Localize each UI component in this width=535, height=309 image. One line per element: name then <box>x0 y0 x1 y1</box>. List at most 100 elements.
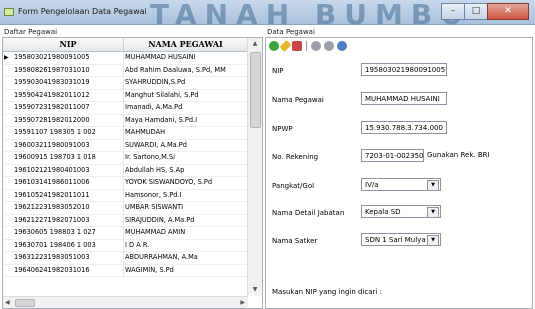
title-bar: Form Pengelolaan Data Pegawai TANAH BUMB… <box>0 0 535 31</box>
cell-nip: 196003211980091003 <box>14 140 90 149</box>
cell-nip: 195904241982011012 <box>14 90 90 99</box>
cell-nip: 195903041983031019 <box>14 78 90 86</box>
cancel-icon[interactable] <box>324 41 334 51</box>
table-row[interactable]: 19630605 198803 1 027 MUHAMMAD AMIN <box>3 227 247 240</box>
employee-data-panel: Data Pegawai NIP 195803021980091005 Nama… <box>265 28 533 309</box>
table-row[interactable]: 196212271982071003 SIRAJUDDIN, A.Ma.Pd <box>3 214 247 227</box>
scroll-up-icon[interactable]: ▲ <box>248 38 262 50</box>
employee-form: NIP 195803021980091005 Nama Pegawai MUHA… <box>265 37 533 309</box>
employee-list-caption: Daftar Pegawai <box>4 28 58 36</box>
cell-nama: Hamsonor, S.Pd.I <box>125 190 182 199</box>
cell-nip: 19600915 198703 1 018 <box>14 153 96 161</box>
chevron-down-icon[interactable]: ▼ <box>427 207 439 217</box>
table-row[interactable]: 196003211980091003 SUWARDI, A.Ma.Pd <box>3 139 247 152</box>
column-divider <box>123 114 124 127</box>
nama-pegawai-label: Nama Pegawai <box>272 96 324 104</box>
npwp-field[interactable]: 15.930.788.3.734.000 <box>361 121 447 134</box>
cell-nip: 196212271982071003 <box>14 215 90 224</box>
table-row[interactable]: 196312231983051003 ABDURRAHMAN, A.Ma <box>3 252 247 265</box>
table-row[interactable]: 19591107 198305 1 002 MAHMUDAH <box>3 127 247 140</box>
rekening-field[interactable]: 7203-01-002350-53-5 <box>361 149 424 162</box>
cell-nama: WAGIMIN, S.Pd <box>125 265 174 274</box>
table-row[interactable]: 196103141986011006 YOYOK SISWANDOYO, S.Pd <box>3 177 247 190</box>
column-divider <box>123 202 124 215</box>
pangkat-gol-select[interactable]: IV/a ▼ <box>361 178 441 191</box>
column-divider <box>123 139 124 152</box>
jabatan-value: Kepala SD <box>365 208 401 216</box>
delete-icon[interactable] <box>292 41 302 51</box>
column-header-nama[interactable]: NAMA PEGAWAI <box>124 38 248 51</box>
cell-nip: 196102121980401003 <box>14 165 90 174</box>
cell-nama: I D A R. <box>125 240 150 249</box>
cell-nama: Imanadi, A.Ma.Pd <box>125 103 183 111</box>
scroll-down-icon[interactable]: ▼ <box>248 284 262 296</box>
table-row[interactable]: 196406241982031016 WAGIMIN, S.Pd <box>3 264 247 277</box>
cell-nama: SYAHRUDDIN,S.Pd <box>125 78 186 86</box>
vertical-scrollbar[interactable]: ▲ ▼ <box>247 38 262 296</box>
table-row[interactable]: 195904241982011012 Manghut Silalahi, S.Pd <box>3 89 247 102</box>
column-divider <box>123 127 124 140</box>
scroll-left-icon[interactable]: ◀ <box>5 297 10 308</box>
search-icon[interactable] <box>337 41 347 51</box>
cell-nama: Abd Rahim Daaluwa, S.Pd, MM <box>125 65 226 74</box>
table-row[interactable]: 196105241982011011 Hamsonor, S.Pd.I <box>3 189 247 202</box>
cell-nama: MUHAMMAD HUSAINI <box>125 53 196 61</box>
column-divider <box>123 52 124 65</box>
table-row[interactable]: 19630701 198406 1 003 I D A R. <box>3 239 247 252</box>
jabatan-select[interactable]: Kepala SD ▼ <box>361 205 441 218</box>
cell-nama: UMBAR SISWANTI <box>125 203 184 211</box>
horizontal-scrollbar[interactable]: ◀ ▶ <box>3 296 248 308</box>
watermark-logo: TANAH BUMBU <box>150 0 471 31</box>
npwp-label: NPWP <box>272 125 293 133</box>
cell-nama: Manghut Silalahi, S.Pd <box>125 90 199 99</box>
nama-pegawai-field[interactable]: MUHAMMAD HUSAINI <box>361 92 447 105</box>
cell-nama: YOYOK SISWANDOYO, S.Pd <box>125 178 213 186</box>
column-header-nip[interactable]: NIP <box>13 38 124 51</box>
maximize-button[interactable]: □ <box>464 3 488 20</box>
app-icon <box>4 8 14 16</box>
search-nip-label: Masukan NIP yang ingin dicari : <box>272 288 382 296</box>
cell-nama: ABDURRAHMAN, A.Ma <box>125 253 198 261</box>
pangkat-gol-value: IV/a <box>365 181 379 189</box>
table-row[interactable]: 195903041983031019 SYAHRUDDIN,S.Pd <box>3 77 247 90</box>
horizontal-scroll-thumb[interactable] <box>15 299 35 307</box>
employee-data-caption: Data Pegawai <box>267 28 315 36</box>
toolbar-divider <box>306 41 307 51</box>
table-row[interactable]: 196212231983052010 UMBAR SISWANTI <box>3 202 247 215</box>
add-icon[interactable] <box>269 41 279 51</box>
cell-nama: MUHAMMAD AMIN <box>125 228 186 236</box>
column-divider <box>123 239 124 252</box>
cell-nip: 196312231983051003 <box>14 253 90 261</box>
column-divider <box>123 177 124 190</box>
close-button[interactable]: ✕ <box>487 3 529 20</box>
cell-nip: 195803021980091005 <box>14 53 90 61</box>
grid-header: NIP NAMA PEGAWAI <box>3 38 248 52</box>
table-row[interactable]: 19600915 198703 1 018 Ir. Sartono,M.Si <box>3 152 247 165</box>
employee-grid[interactable]: NIP NAMA PEGAWAI ▶ 195803021980091005 MUHA… <box>2 37 263 309</box>
cell-nip: 196406241982031016 <box>14 265 90 274</box>
cell-nip: 19591107 198305 1 002 <box>14 128 96 136</box>
grid-body: ▶ 195803021980091005 MUHAMMAD HUSAINI 19580… <box>3 52 247 277</box>
vertical-scroll-thumb[interactable] <box>250 52 261 128</box>
nip-field[interactable]: 195803021980091005 <box>361 63 447 76</box>
table-row[interactable]: ▶ 195803021980091005 MUHAMMAD HUSAINI <box>3 52 247 65</box>
satker-value: SDN 1 Sari Mulya <box>365 236 426 244</box>
row-selector-icon: ▶ <box>4 54 9 61</box>
cell-nama: Abdullah HS, S.Ap <box>125 165 185 174</box>
table-row[interactable]: 195808261987031010 Abd Rahim Daaluwa, S.P… <box>3 64 247 77</box>
column-divider <box>123 227 124 240</box>
minimize-button[interactable]: – <box>441 3 465 20</box>
chevron-down-icon[interactable]: ▼ <box>427 180 439 190</box>
table-row[interactable]: 196102121980401003 Abdullah HS, S.Ap <box>3 164 247 177</box>
table-row[interactable]: 195907281982012000 Maya Hamdani, S.Pd.I <box>3 114 247 127</box>
save-icon[interactable] <box>311 41 321 51</box>
column-divider <box>123 102 124 115</box>
edit-icon[interactable] <box>279 39 292 53</box>
cell-nip: 196103141986011006 <box>14 178 90 186</box>
satker-select[interactable]: SDN 1 Sari Mulya ▼ <box>361 233 441 246</box>
cell-nip: 196105241982011011 <box>14 190 90 199</box>
scroll-right-icon[interactable]: ▶ <box>240 297 245 308</box>
window-controls: – □ ✕ <box>441 3 529 20</box>
chevron-down-icon[interactable]: ▼ <box>427 235 439 245</box>
table-row[interactable]: 195907231982011007 Imanadi, A.Ma.Pd <box>3 102 247 115</box>
